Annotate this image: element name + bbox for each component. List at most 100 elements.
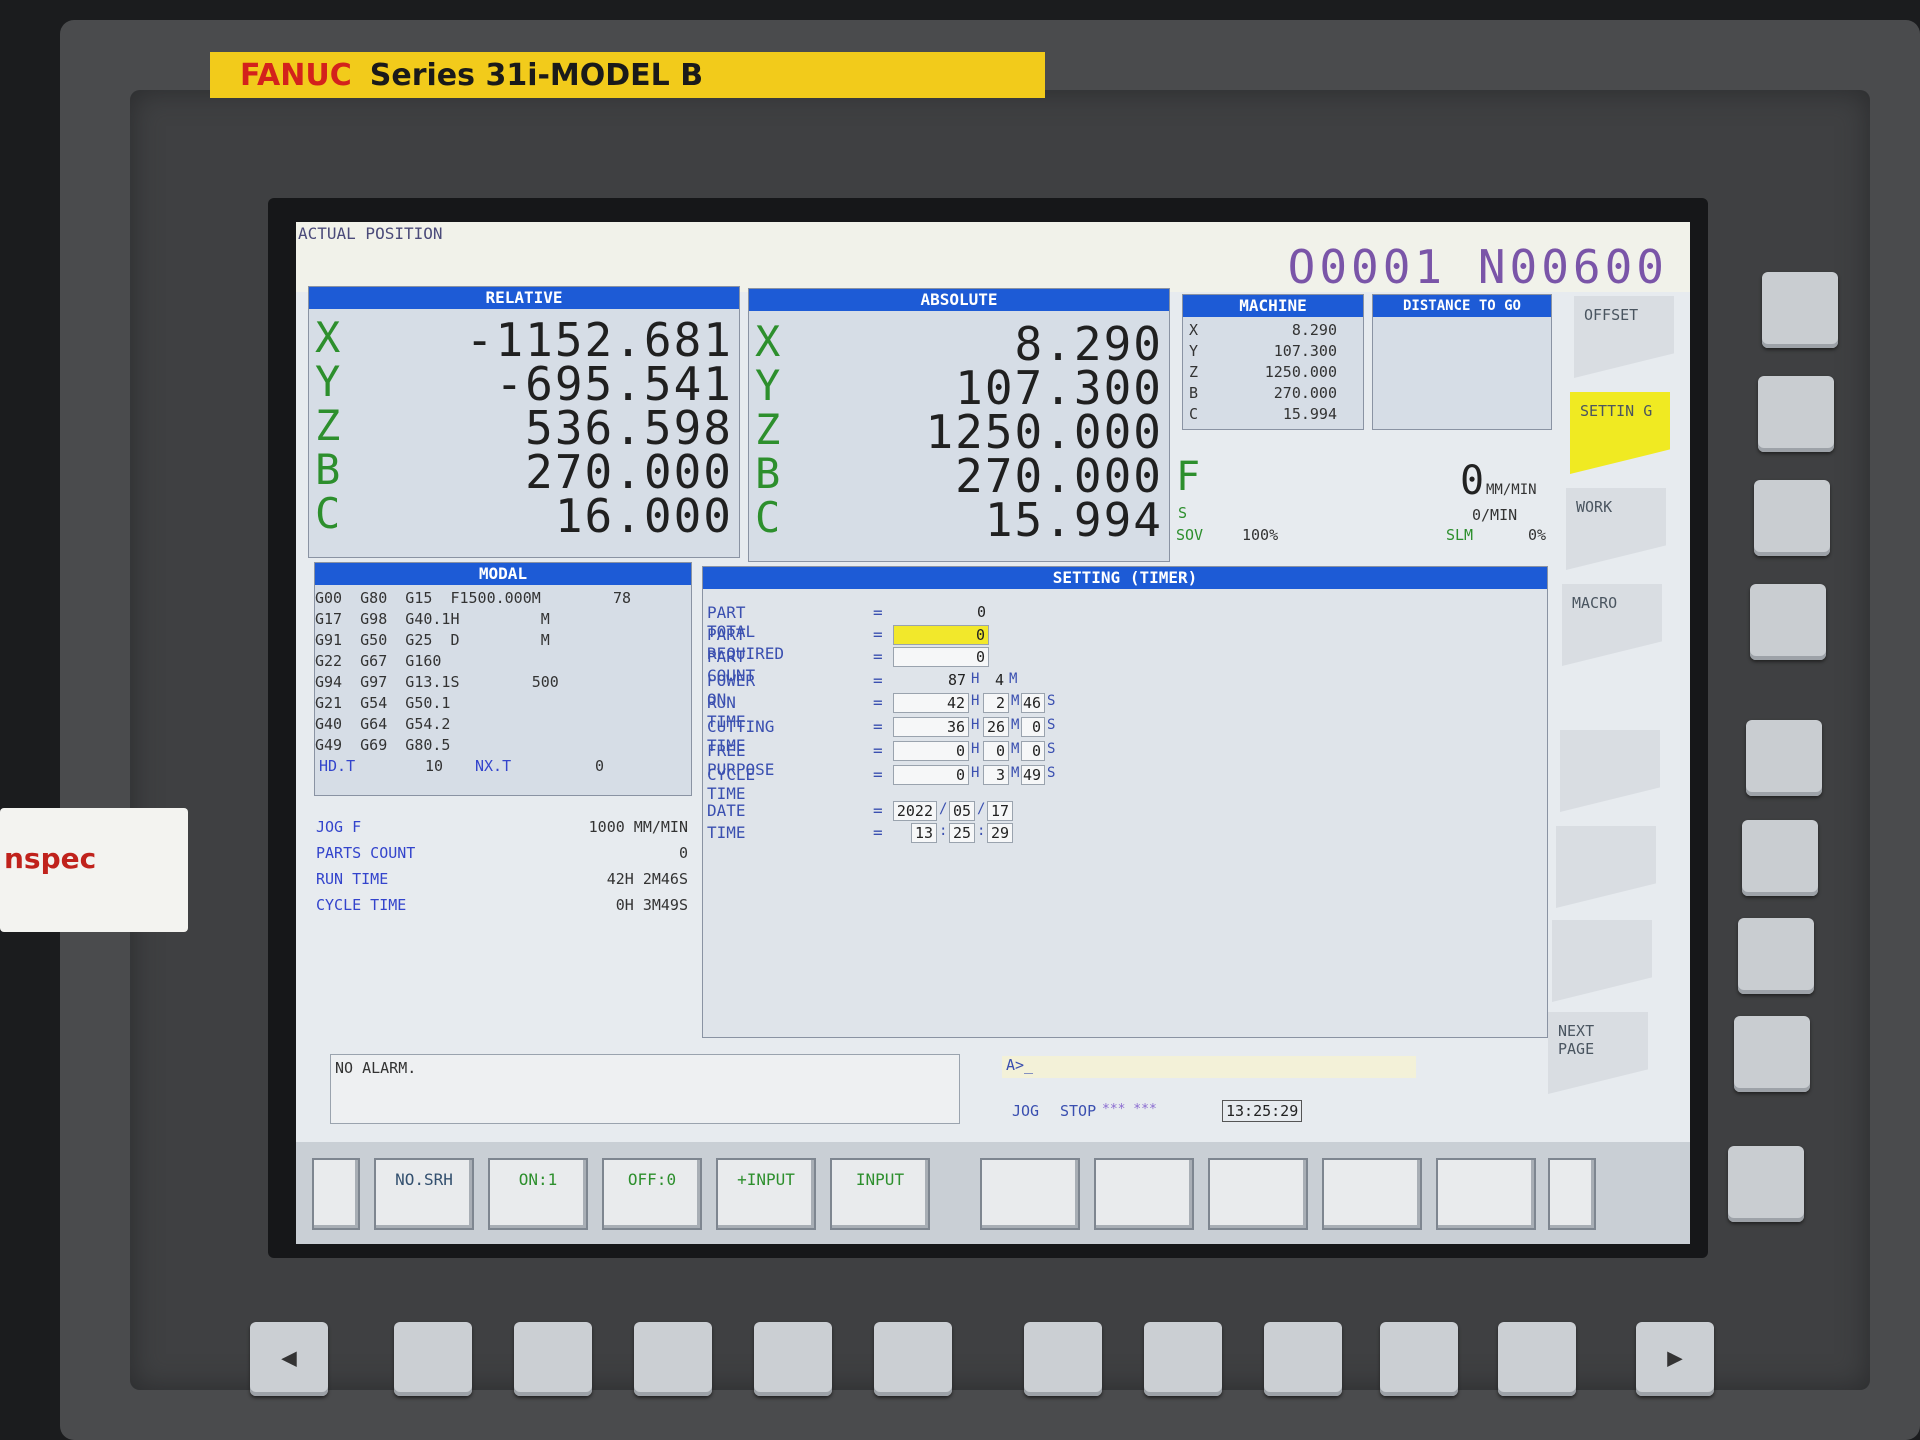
feed-value: 0	[1460, 458, 1485, 504]
cycle-time-label: CYCLE TIME	[316, 896, 407, 914]
alarm-stars: *** ***	[1102, 1102, 1157, 1117]
softkey-plus-input[interactable]: +INPUT	[716, 1158, 816, 1230]
machine-row-y: Y 107.300	[1189, 342, 1337, 360]
jog-f-value: 1000 MM/MIN	[588, 818, 688, 836]
absolute-row-c: C 15.994	[755, 493, 1163, 547]
modal-header: MODAL	[315, 563, 691, 585]
modal-line: G00 G80 G15 F1500.000M 78	[315, 589, 632, 607]
key-input-line[interactable]: A>_	[1002, 1056, 1416, 1078]
mode-indicator: JOG	[1012, 1102, 1040, 1120]
slm-value: 0%	[1528, 526, 1547, 544]
status-clock: 13:25:29	[1226, 1102, 1299, 1120]
side-button-4[interactable]	[1750, 584, 1826, 660]
side-button-2[interactable]	[1758, 376, 1834, 452]
spindle-value: 0/MIN	[1472, 506, 1518, 524]
bottom-button-2[interactable]	[514, 1322, 592, 1396]
softkey-blank-4[interactable]	[1322, 1158, 1422, 1230]
setting-timer-panel: SETTING (TIMER) PART TOTAL = 0 PART REQUI…	[702, 566, 1548, 1038]
status-indicator: STOP	[1060, 1102, 1097, 1120]
part-total-value: 0	[976, 603, 986, 621]
softkey-blank-1[interactable]	[980, 1158, 1080, 1230]
bottom-button-5[interactable]	[874, 1322, 952, 1396]
bottom-button-9[interactable]	[1380, 1322, 1458, 1396]
softkey-blank-5[interactable]	[1436, 1158, 1536, 1230]
softkey-off[interactable]: OFF:0	[602, 1158, 702, 1230]
title-bar: ACTUAL POSITION O0001 N00600	[296, 222, 1690, 294]
absolute-row-x: X 8.290	[755, 317, 1163, 371]
side-button-7[interactable]	[1738, 918, 1814, 994]
modal-line: G21 G54 G50.1	[315, 694, 451, 712]
side-button-9[interactable]	[1728, 1146, 1804, 1222]
absolute-row-y: Y 107.300	[755, 361, 1163, 415]
feed-label: F	[1176, 454, 1201, 500]
sov-label: SOV	[1176, 526, 1204, 544]
softkey-continue[interactable]	[1548, 1158, 1596, 1230]
alarm-box: NO ALARM.	[330, 1054, 960, 1124]
cnc-screen: ACTUAL POSITION O0001 N00600 RELATIVE X-…	[296, 222, 1690, 1244]
machine-row-z: Z 1250.000	[1189, 363, 1337, 381]
softkey-blank-2[interactable]	[1094, 1158, 1194, 1230]
bottom-button-10[interactable]	[1498, 1322, 1576, 1396]
absolute-header: ABSOLUTE	[749, 289, 1169, 311]
side-button-3[interactable]	[1754, 480, 1830, 556]
modal-line: G91 G50 G25 D M	[315, 631, 550, 649]
absolute-row-b: B 270.000	[755, 449, 1163, 503]
brand-model: Series 31i-MODEL B	[369, 57, 704, 93]
setting-header: SETTING (TIMER)	[703, 567, 1547, 589]
screen-title: ACTUAL POSITION	[298, 224, 443, 243]
absolute-row-z: Z 1250.000	[755, 405, 1163, 459]
sticker-text: nspec	[4, 842, 97, 875]
run-time-value: 42H 2M46S	[606, 870, 688, 888]
nx-t-value: 0	[595, 757, 605, 775]
relative-row-c: C 16.000	[315, 489, 733, 543]
program-number: O0001 N00600	[1287, 240, 1668, 294]
bottom-button-3[interactable]	[634, 1322, 712, 1396]
modal-line: G17 G98 G40.1H M	[315, 610, 550, 628]
side-button-6[interactable]	[1742, 820, 1818, 896]
sov-value: 100%	[1242, 526, 1279, 544]
bottom-right-arrow-button[interactable]: ▶	[1636, 1322, 1714, 1396]
bottom-left-arrow-button[interactable]: ◀	[250, 1322, 328, 1396]
brand-plate: FANUC Series 31i-MODEL B	[210, 52, 1045, 98]
feed-unit: MM/MIN	[1486, 482, 1537, 498]
modal-line: G22 G67 G160	[315, 652, 442, 670]
part-required-field[interactable]: 0	[893, 625, 989, 645]
bottom-button-8[interactable]	[1264, 1322, 1342, 1396]
machine-row-x: X 8.290	[1189, 321, 1337, 339]
bottom-button-1[interactable]	[394, 1322, 472, 1396]
machine-header: MACHINE	[1183, 295, 1363, 317]
bottom-button-6[interactable]	[1024, 1322, 1102, 1396]
side-button-1[interactable]	[1762, 272, 1838, 348]
hd-t-value: 10	[425, 757, 444, 775]
jog-f-label: JOG F	[316, 818, 362, 836]
modal-line: G94 G97 G13.1S 500	[315, 673, 559, 691]
spindle-label: S	[1178, 504, 1188, 522]
bottom-button-7[interactable]	[1144, 1322, 1222, 1396]
softkey-return[interactable]	[312, 1158, 360, 1230]
side-button-8[interactable]	[1734, 1016, 1810, 1092]
part-count-field[interactable]: 0	[893, 647, 989, 667]
softkey-on[interactable]: ON:1	[488, 1158, 588, 1230]
parts-count-value: 0	[678, 844, 688, 862]
modal-line: G49 G69 G80.5	[315, 736, 451, 754]
bottom-button-4[interactable]	[754, 1322, 832, 1396]
relative-header: RELATIVE	[309, 287, 739, 309]
machine-panel: MACHINE X 8.290 Y 107.300 Z 1250.000 B 270.0…	[1182, 294, 1364, 430]
modal-line: G40 G64 G54.2	[315, 715, 451, 733]
nx-t-label: NX.T	[475, 757, 512, 775]
hd-t-label: HD.T	[319, 757, 356, 775]
run-time-label: RUN TIME	[316, 870, 389, 888]
softkey-blank-3[interactable]	[1208, 1158, 1308, 1230]
side-button-5[interactable]	[1746, 720, 1822, 796]
modal-panel: MODAL G00 G80 G15 F1500.000M 78 G17 G98 …	[314, 562, 692, 796]
status-left: JOG F 1000 MM/MIN PARTS COUNT 0 RUN TIME…	[316, 818, 692, 928]
softkey-no-srh[interactable]: NO.SRH	[374, 1158, 474, 1230]
relative-row-z: Z 536.598	[315, 401, 733, 455]
relative-row-b: B 270.000	[315, 445, 733, 499]
brand-maker: FANUC	[240, 57, 352, 93]
distance-to-go-header: DISTANCE TO GO	[1373, 295, 1551, 317]
softkey-input[interactable]: INPUT	[830, 1158, 930, 1230]
cycle-time-value: 0H 3M49S	[615, 896, 688, 914]
absolute-panel: ABSOLUTE X 8.290 Y 107.300 Z 1250.000 B 270.…	[748, 288, 1170, 562]
distance-to-go-panel: DISTANCE TO GO	[1372, 294, 1552, 430]
